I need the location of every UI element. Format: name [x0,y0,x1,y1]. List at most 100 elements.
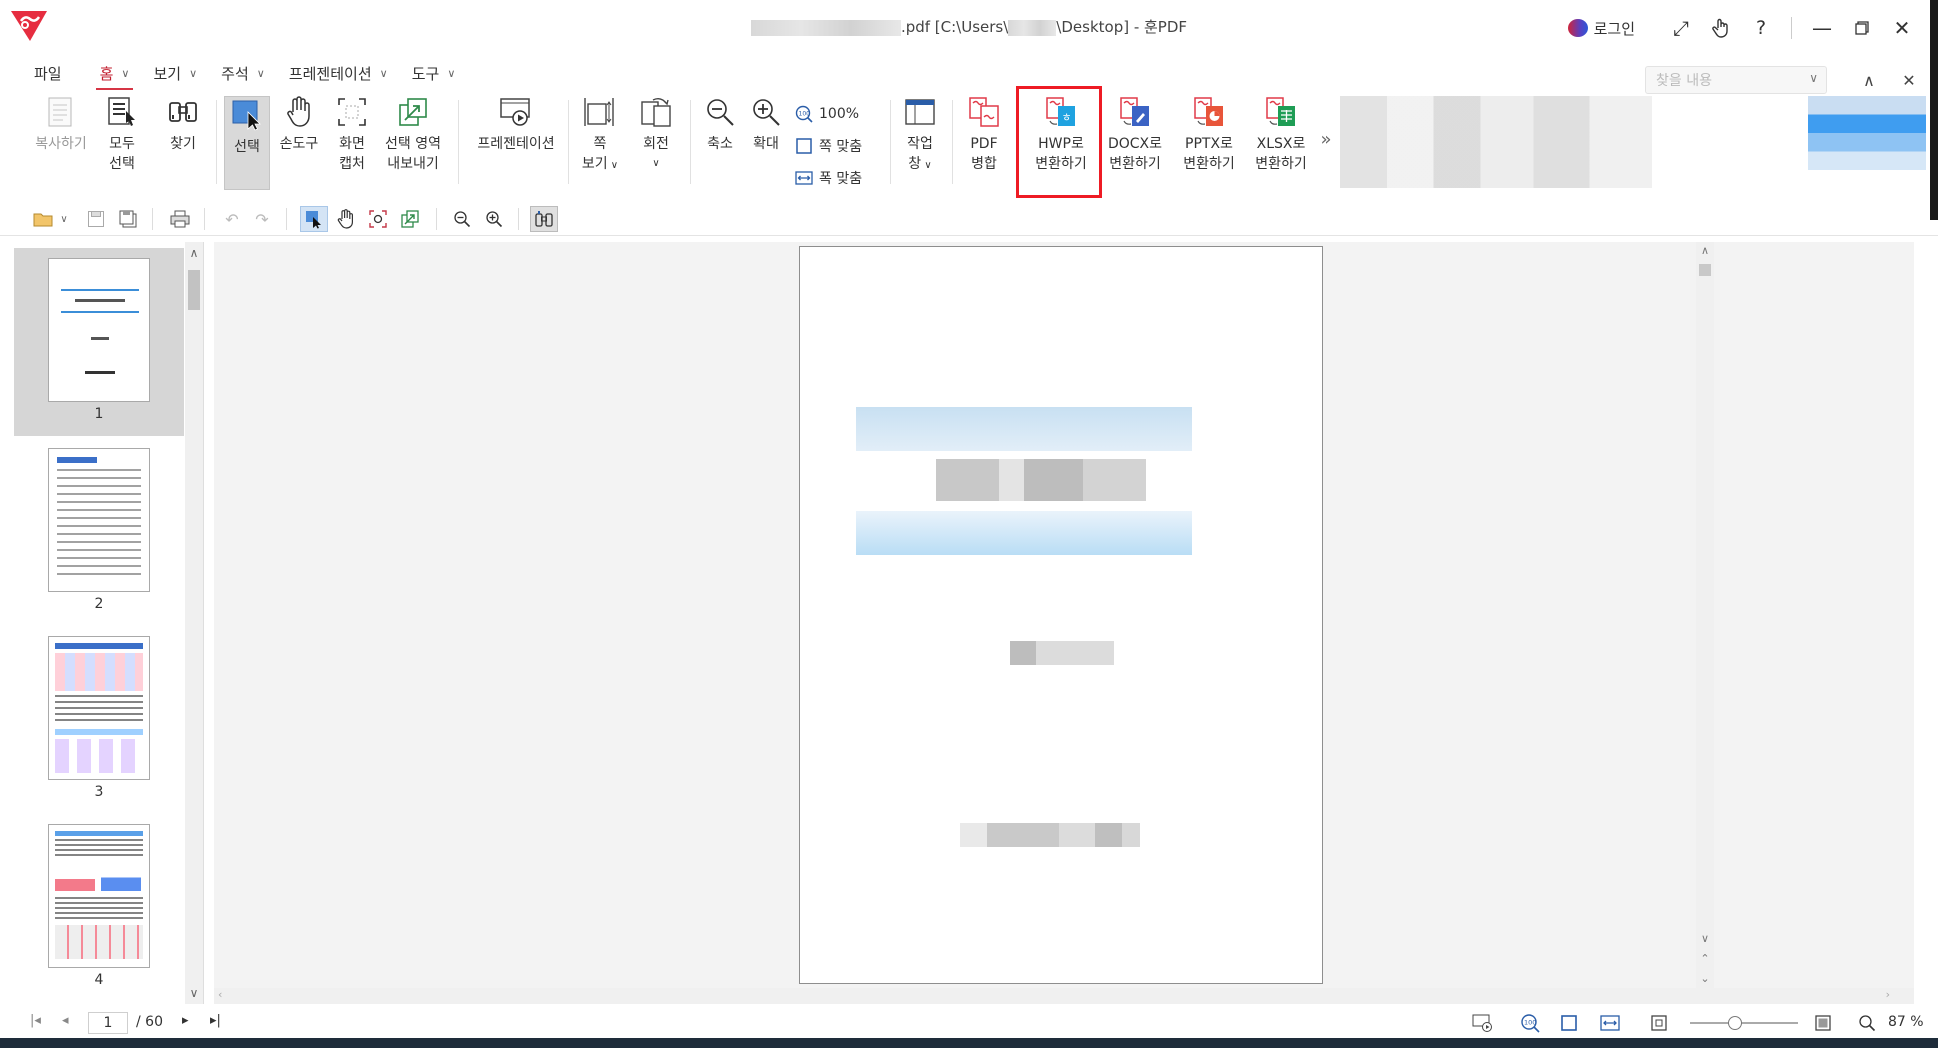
page-number-input[interactable]: 1 [88,1012,128,1034]
tab-presentation-label: 프레젠테이션 [288,64,372,83]
chevron-down-icon[interactable]: ∨ [56,206,72,232]
zoom-out-icon[interactable] [448,206,476,232]
select-tool-icon[interactable] [300,206,328,232]
export-area-button[interactable]: 선택 영역 내보내기 [380,94,446,174]
quick-toolbar: ∨ ↶ ↷ [0,202,1938,236]
previous-page-icon[interactable]: ⌃ [1696,952,1714,965]
fit-width-button[interactable]: 폭 맞춤 [795,162,862,194]
select-tool-button[interactable]: 선택 [224,96,270,190]
select-all-button[interactable]: 모두 선택 [100,94,144,174]
presentation-mode-icon[interactable] [1472,1012,1494,1034]
redo-icon[interactable]: ↷ [248,206,276,232]
save-icon[interactable] [82,206,110,232]
tab-home[interactable]: 홈 ∨ [88,56,142,90]
fit-page-button[interactable]: 쪽 맞춤 [795,130,862,162]
copy-button[interactable]: 복사하기 [30,94,92,154]
hand-tool-label: 손도구 [279,136,319,152]
thumbnail-scrollbar[interactable]: ∧ ∨ [185,242,203,1004]
scroll-thumb[interactable] [188,270,200,310]
copy-icon [43,94,79,130]
page-view-button[interactable]: 쪽 보기 ∨ [578,94,622,176]
svg-text:100: 100 [799,111,811,118]
fit-page-icon[interactable] [1560,1012,1578,1034]
tab-view[interactable]: 보기 ∨ [141,56,209,90]
print-icon[interactable] [166,206,194,232]
pdf-merge-button[interactable]: PDF 병합 [962,94,1006,174]
chevron-down-icon: ∨ [607,160,619,171]
fit-width-label: 폭 맞춤 [819,171,863,187]
convert-to-docx-button[interactable]: DOCX로 변환하기 [1102,94,1168,174]
find-button[interactable]: 찾기 [162,94,204,154]
capture-icon[interactable] [364,206,392,232]
select-all-icon [104,94,140,130]
tab-annotation[interactable]: 주석 ∨ [209,56,277,90]
convert-to-pptx-button[interactable]: PPTX로 변환하기 [1176,94,1242,174]
thumbnail-page-3[interactable]: 3 [14,626,184,814]
rotate-button[interactable]: 회전 ∨ [636,94,676,174]
zoom-slider-track[interactable] [1690,1022,1798,1024]
document-page[interactable] [799,246,1323,984]
scroll-down-icon[interactable]: ∨ [1696,932,1714,945]
scroll-right-icon[interactable]: › [1886,988,1890,1001]
fit-width-icon[interactable] [1600,1012,1620,1034]
zoom-in-icon[interactable] [480,206,508,232]
tab-view-label: 보기 [153,64,182,83]
thumbnail-page-4[interactable]: 4 [14,814,184,1002]
export-area-icon[interactable] [396,206,424,232]
screen-capture-button[interactable]: 화면 캡처 [332,94,372,174]
zoom-search-icon[interactable] [1858,1012,1876,1034]
actual-size-icon[interactable] [1650,1012,1668,1034]
scroll-down-icon[interactable]: ∨ [185,984,203,1002]
zoom-slider-knob[interactable] [1728,1016,1742,1030]
to-pptx-label-2: 변환하기 [1183,156,1235,172]
document-scrollbar[interactable]: ∧ ∨ ⌃ ⌄ [1696,242,1714,1004]
zoom-fit-icon[interactable] [1814,1012,1832,1034]
first-page-icon[interactable]: |◂ [30,1013,41,1028]
hand-tool-icon[interactable] [332,206,360,232]
title-bar: .pdf [C:\Users\ \Desktop] - 훈PDF 로그인 ⤢ ? … [0,0,1938,56]
zoom-100-icon[interactable]: 100 [1520,1012,1540,1034]
task-pane-button[interactable]: 작업 창 ∨ [898,94,942,176]
expand-icon[interactable]: ⤢ [1661,8,1701,48]
thumbnail-page-1[interactable]: 1 [14,248,184,436]
zoom-out-button[interactable]: 축소 [700,94,740,154]
select-all-label-1: 모두 [109,136,135,152]
help-icon[interactable]: ? [1741,8,1781,48]
presentation-button[interactable]: 프레젠테이션 [472,94,560,154]
convert-to-xlsx-button[interactable]: XLSX로 변환하기 [1248,94,1314,174]
separator [568,100,569,184]
document-view[interactable] [214,242,1914,1004]
more-tools-button[interactable]: » [1316,130,1336,150]
tab-tools[interactable]: 도구 ∨ [400,56,468,90]
chevron-down-icon[interactable]: ∨ [1809,71,1818,85]
next-page-icon[interactable]: ⌄ [1696,972,1714,985]
find-icon[interactable] [530,206,558,232]
xlsx-convert-icon [1263,94,1299,130]
touch-hand-icon[interactable] [1701,8,1741,48]
restore-icon[interactable] [1842,8,1882,48]
hand-tool-button[interactable]: 손도구 [276,94,322,154]
zoom-100-button[interactable]: 100 100% [795,98,862,130]
zoom-in-button[interactable]: 확대 [746,94,786,154]
scroll-left-icon[interactable]: ‹ [218,988,222,1001]
horizontal-scrollbar[interactable]: ‹ › [214,988,1914,1004]
minimize-icon[interactable]: — [1802,8,1842,48]
scroll-up-icon[interactable]: ∧ [1696,244,1714,257]
tab-file-label: 파일 [34,64,62,83]
close-icon[interactable]: ✕ [1882,8,1922,48]
save-as-icon[interactable] [114,206,142,232]
separator [286,208,287,230]
previous-page-icon[interactable]: ◂ [62,1013,69,1028]
more-tools-icon: » [1320,129,1332,150]
undo-icon[interactable]: ↶ [218,206,246,232]
tab-file[interactable]: 파일 [22,56,74,90]
scroll-thumb[interactable] [1699,264,1711,276]
next-page-icon[interactable]: ▸ [182,1013,189,1028]
thumbnail-page-2[interactable]: 2 [14,438,184,626]
last-page-icon[interactable]: ▸| [210,1013,221,1028]
login-button[interactable]: 로그인 [1567,18,1635,39]
open-folder-icon[interactable] [30,206,58,232]
scroll-up-icon[interactable]: ∧ [185,244,203,262]
redacted-author [960,823,1140,847]
tab-presentation[interactable]: 프레젠테이션 ∨ [277,56,400,90]
